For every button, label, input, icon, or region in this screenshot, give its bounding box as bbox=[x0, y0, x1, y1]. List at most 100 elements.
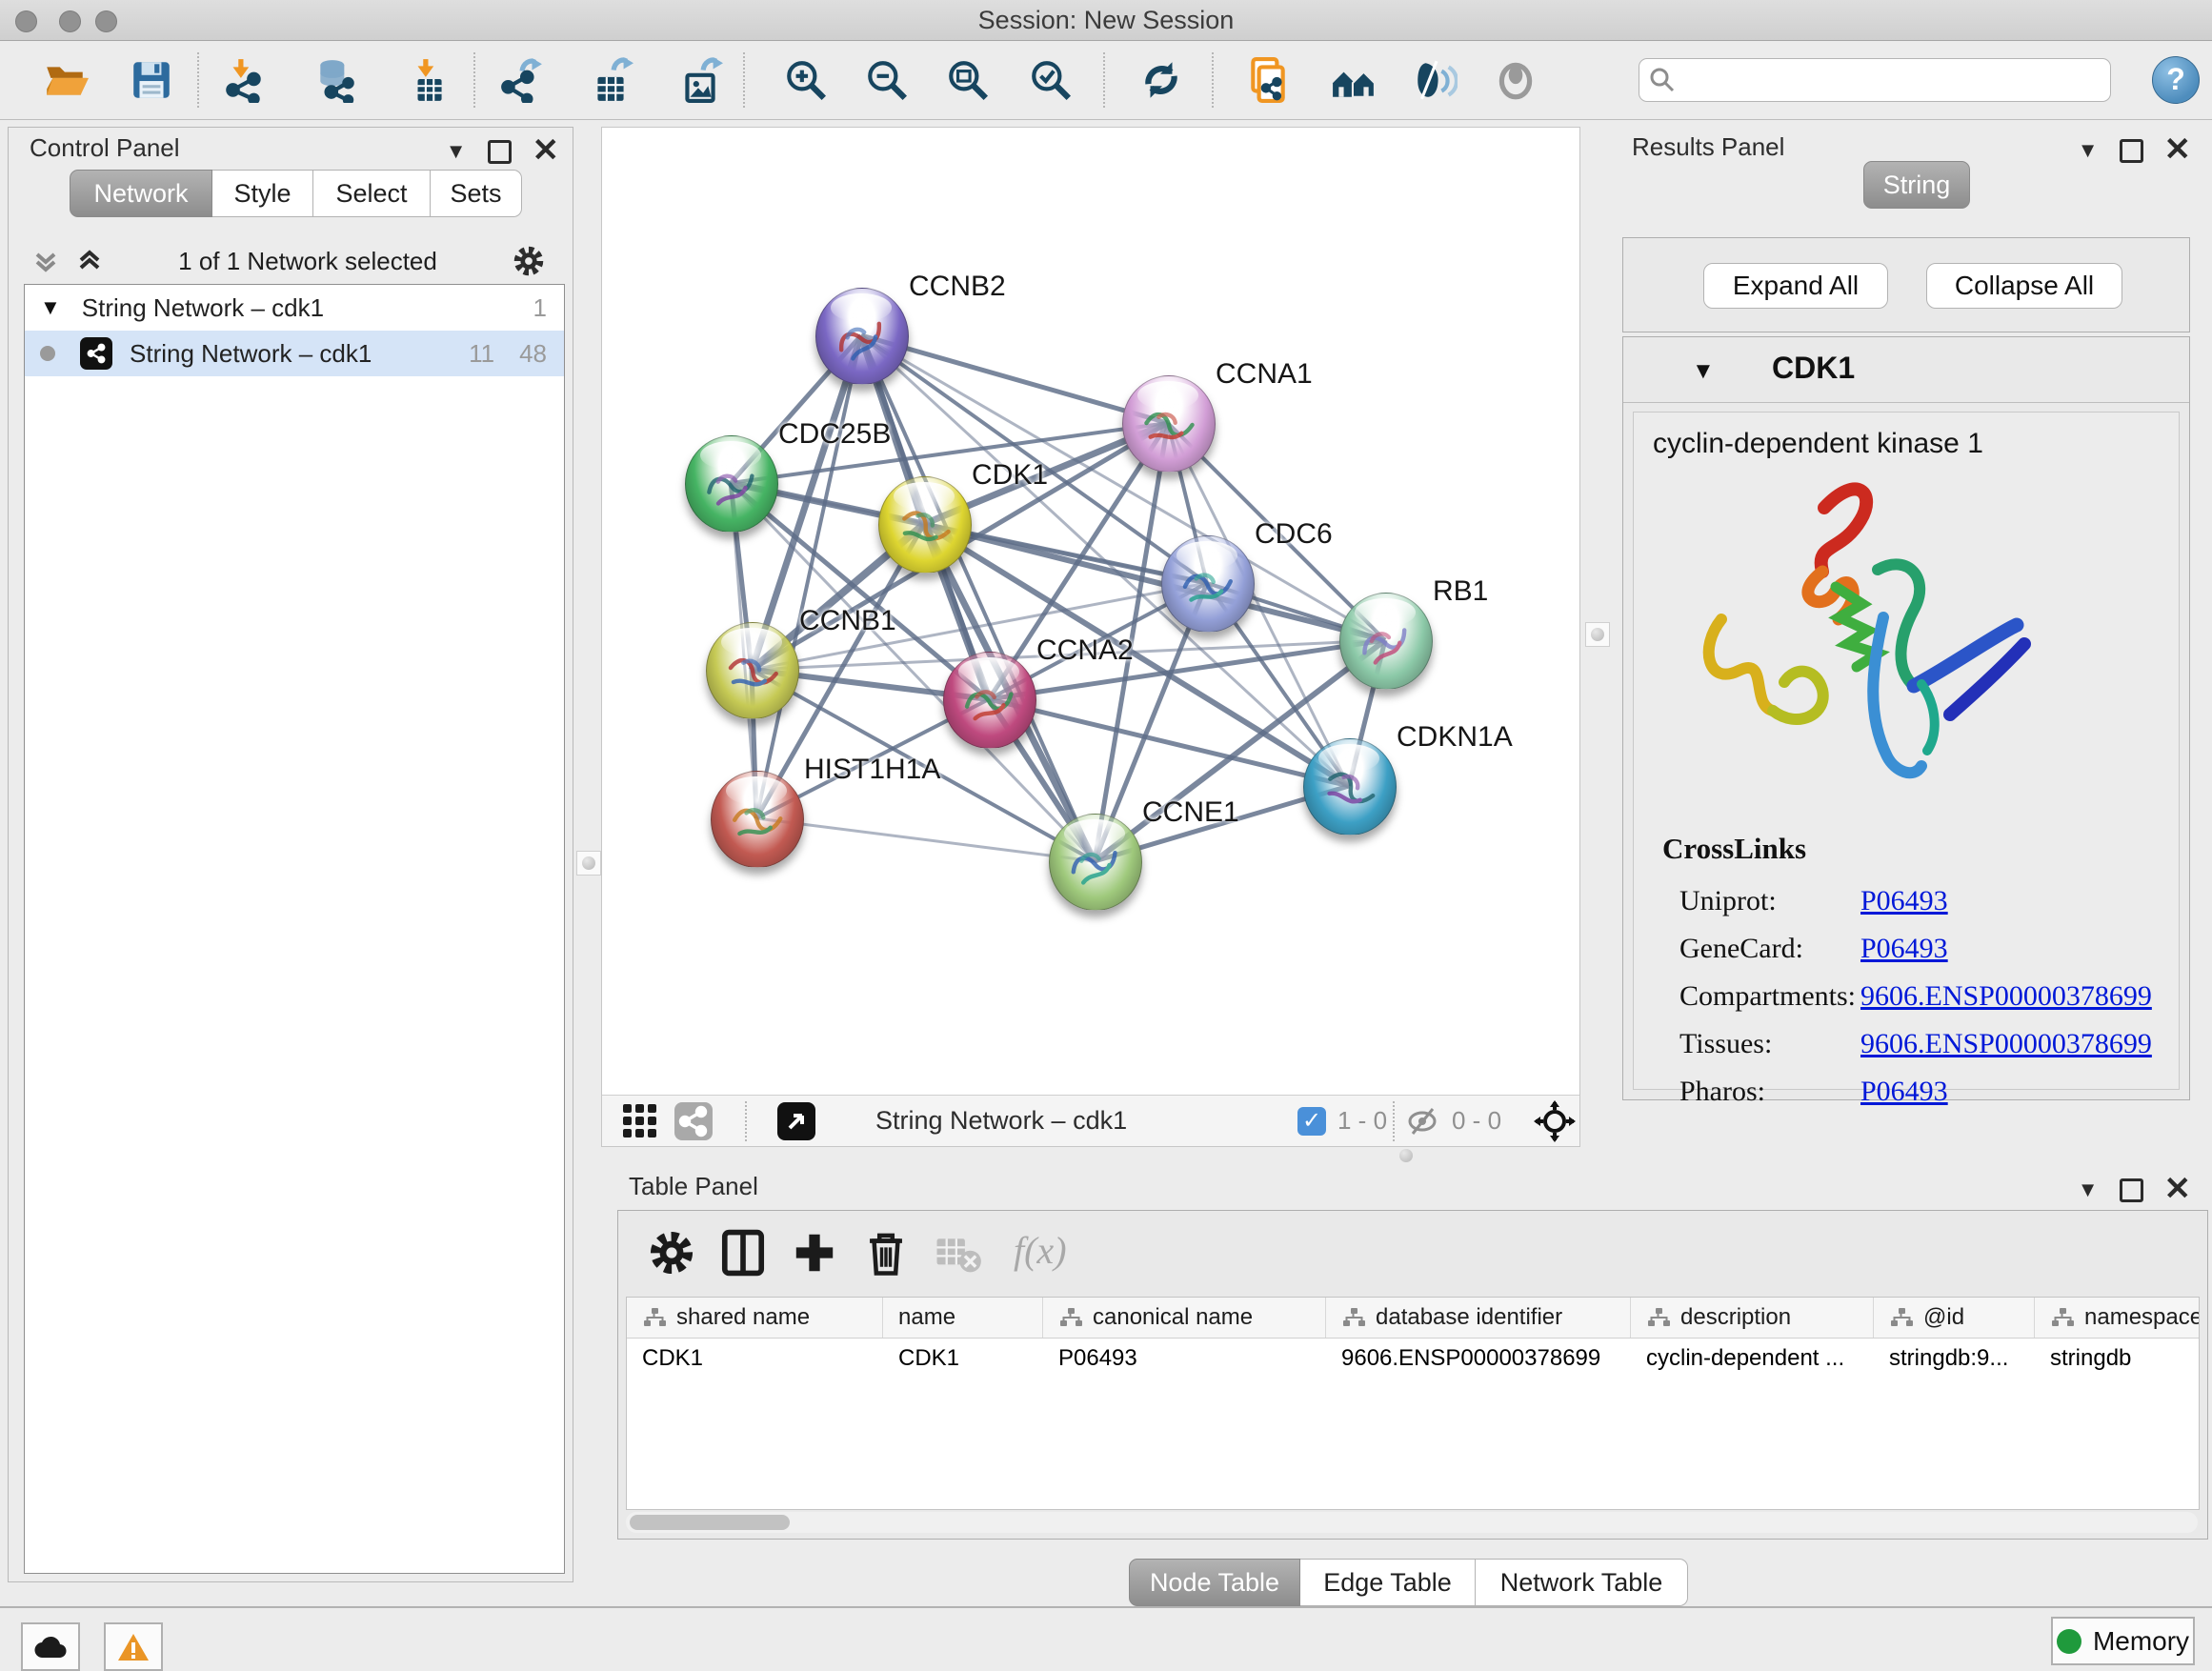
import-network-file-button[interactable] bbox=[221, 57, 267, 103]
tab-network[interactable]: Network bbox=[70, 170, 212, 217]
crosslink-value-link[interactable]: 9606.ENSP00000378699 bbox=[1860, 1028, 2152, 1060]
float-panel-icon[interactable] bbox=[2120, 1178, 2143, 1202]
warnings-button[interactable] bbox=[104, 1622, 163, 1671]
network-collection-row[interactable]: ▼ String Network – cdk1 1 bbox=[25, 285, 564, 331]
zoom-selected-button[interactable] bbox=[1028, 57, 1074, 103]
network-node-rb1[interactable] bbox=[1339, 593, 1433, 690]
network-node-hist1h1a[interactable] bbox=[711, 771, 804, 868]
show-column-panel-icon[interactable] bbox=[718, 1228, 768, 1278]
network-options-gear-icon[interactable] bbox=[512, 244, 546, 278]
export-network-file-button[interactable] bbox=[498, 57, 544, 103]
open-session-button[interactable] bbox=[43, 57, 89, 103]
zoom-in-button[interactable] bbox=[783, 57, 829, 103]
apply-layout-button[interactable] bbox=[1138, 57, 1184, 103]
table-cell[interactable]: CDK1 bbox=[883, 1339, 1043, 1379]
export-table-file-button[interactable] bbox=[588, 57, 633, 103]
table-cell[interactable]: cyclin-dependent ... bbox=[1631, 1339, 1874, 1379]
table-cell[interactable]: P06493 bbox=[1043, 1339, 1326, 1379]
panel-menu-icon[interactable]: ▼ bbox=[2078, 140, 2099, 161]
tab-network-table[interactable]: Network Table bbox=[1476, 1559, 1688, 1606]
birdseye-grid-icon[interactable] bbox=[621, 1102, 659, 1140]
horizontal-splitter[interactable] bbox=[601, 1148, 2212, 1164]
table-row[interactable]: CDK1CDK1P064939606.ENSP00000378699cyclin… bbox=[627, 1339, 2199, 1379]
table-hscrollbar-thumb[interactable] bbox=[630, 1515, 790, 1530]
import-network-database-button[interactable] bbox=[313, 57, 359, 103]
crosslink-value-link[interactable]: P06493 bbox=[1860, 933, 1948, 965]
network-node-ccne1[interactable] bbox=[1049, 814, 1142, 911]
memory-button[interactable]: Memory bbox=[2051, 1617, 2195, 1665]
cloud-sync-button[interactable] bbox=[21, 1622, 80, 1671]
tab-sets[interactable]: Sets bbox=[431, 170, 522, 217]
network-canvas[interactable]: CCNB2 CCNA1 CDC25B CDK1 CDC6 RB1 CCNB1 bbox=[602, 128, 1579, 1095]
clone-network-button[interactable] bbox=[1245, 57, 1291, 103]
collection-expander-icon[interactable]: ▼ bbox=[40, 295, 61, 320]
tab-select[interactable]: Select bbox=[313, 170, 431, 217]
delete-table-icon[interactable] bbox=[933, 1228, 982, 1278]
close-panel-icon[interactable]: ✕ bbox=[2164, 1177, 2192, 1202]
network-node-ccnb1[interactable] bbox=[706, 622, 799, 719]
table-hscrollbar[interactable] bbox=[626, 1512, 2198, 1533]
panel-menu-icon[interactable]: ▼ bbox=[2078, 1179, 2099, 1200]
column-header-shared-name[interactable]: shared name bbox=[627, 1298, 883, 1338]
column-header-namespace[interactable]: namespace bbox=[2035, 1298, 2200, 1338]
network-row[interactable]: String Network – cdk1 11 48 bbox=[25, 331, 564, 376]
close-panel-icon[interactable]: ✕ bbox=[2164, 137, 2192, 163]
panel-menu-icon[interactable]: ▼ bbox=[446, 141, 467, 162]
network-node-ccna2[interactable] bbox=[943, 652, 1036, 749]
left-splitter-handle[interactable] bbox=[576, 851, 601, 876]
show-all-button[interactable] bbox=[1493, 57, 1538, 103]
search-input[interactable] bbox=[1639, 58, 2111, 102]
network-node-cdc25b[interactable] bbox=[685, 435, 778, 533]
tab-style[interactable]: Style bbox=[212, 170, 313, 217]
column-header-label: name bbox=[898, 1304, 955, 1331]
create-column-plus-icon[interactable] bbox=[790, 1228, 839, 1278]
table-cell[interactable]: CDK1 bbox=[627, 1339, 883, 1379]
collapse-all-networks-icon[interactable] bbox=[31, 247, 60, 275]
tab-string[interactable]: String bbox=[1863, 161, 1970, 209]
crosslink-value-link[interactable]: P06493 bbox=[1860, 1076, 1948, 1108]
network-node-cdk1[interactable] bbox=[878, 476, 972, 574]
delete-column-trash-icon[interactable] bbox=[861, 1228, 911, 1278]
network-node-cdc6[interactable] bbox=[1161, 535, 1255, 633]
save-session-button[interactable] bbox=[129, 57, 174, 103]
gene-section-header[interactable]: ▼ CDK1 bbox=[1623, 337, 2189, 403]
column-header-name[interactable]: name bbox=[883, 1298, 1043, 1338]
export-image-button[interactable] bbox=[677, 57, 723, 103]
network-edge[interactable] bbox=[756, 818, 1095, 861]
column-header-description[interactable]: description bbox=[1631, 1298, 1874, 1338]
collapse-all-button[interactable]: Collapse All bbox=[1926, 263, 2122, 309]
column-header-canonical-name[interactable]: canonical name bbox=[1043, 1298, 1326, 1338]
network-node-ccnb2[interactable] bbox=[815, 288, 909, 385]
column-header-database-identifier[interactable]: database identifier bbox=[1326, 1298, 1631, 1338]
float-panel-icon[interactable] bbox=[2120, 139, 2143, 163]
hidden-eye-icon[interactable] bbox=[1406, 1107, 1440, 1136]
crosslink-value-link[interactable]: 9606.ENSP00000378699 bbox=[1860, 980, 2152, 1013]
first-neighbors-button[interactable] bbox=[1331, 57, 1377, 103]
table-cell[interactable]: stringdb bbox=[2035, 1339, 2200, 1379]
column-header--id[interactable]: @id bbox=[1874, 1298, 2035, 1338]
table-cell[interactable]: stringdb:9... bbox=[1874, 1339, 2035, 1379]
selected-checkbox-icon[interactable]: ✓ bbox=[1297, 1107, 1326, 1136]
zoom-out-button[interactable] bbox=[864, 57, 910, 103]
right-splitter-handle[interactable] bbox=[1585, 622, 1610, 647]
zoom-fit-button[interactable] bbox=[945, 57, 991, 103]
import-table-file-button[interactable] bbox=[406, 57, 452, 103]
gene-expander-icon[interactable]: ▼ bbox=[1692, 358, 1715, 385]
network-node-cdkn1a[interactable] bbox=[1303, 738, 1397, 836]
close-panel-icon[interactable]: ✕ bbox=[533, 138, 560, 164]
hide-selected-button[interactable] bbox=[1412, 57, 1458, 103]
table-options-gear-icon[interactable] bbox=[647, 1228, 696, 1278]
pan-crosshair-icon[interactable] bbox=[1534, 1100, 1576, 1142]
expand-all-networks-icon[interactable] bbox=[75, 247, 104, 275]
string-view-icon[interactable] bbox=[674, 1102, 713, 1140]
expand-all-button[interactable]: Expand All bbox=[1703, 263, 1888, 309]
tab-node-table[interactable]: Node Table bbox=[1129, 1559, 1300, 1606]
float-panel-icon[interactable] bbox=[488, 140, 512, 164]
function-builder-button[interactable]: f(x) bbox=[1014, 1228, 1099, 1278]
crosslink-value-link[interactable]: P06493 bbox=[1860, 885, 1948, 917]
tab-edge-table[interactable]: Edge Table bbox=[1300, 1559, 1476, 1606]
table-cell[interactable]: 9606.ENSP00000378699 bbox=[1326, 1339, 1631, 1379]
open-in-new-window-icon[interactable] bbox=[777, 1102, 815, 1140]
network-node-ccna1[interactable] bbox=[1122, 375, 1216, 473]
help-button[interactable]: ? bbox=[2152, 56, 2200, 104]
